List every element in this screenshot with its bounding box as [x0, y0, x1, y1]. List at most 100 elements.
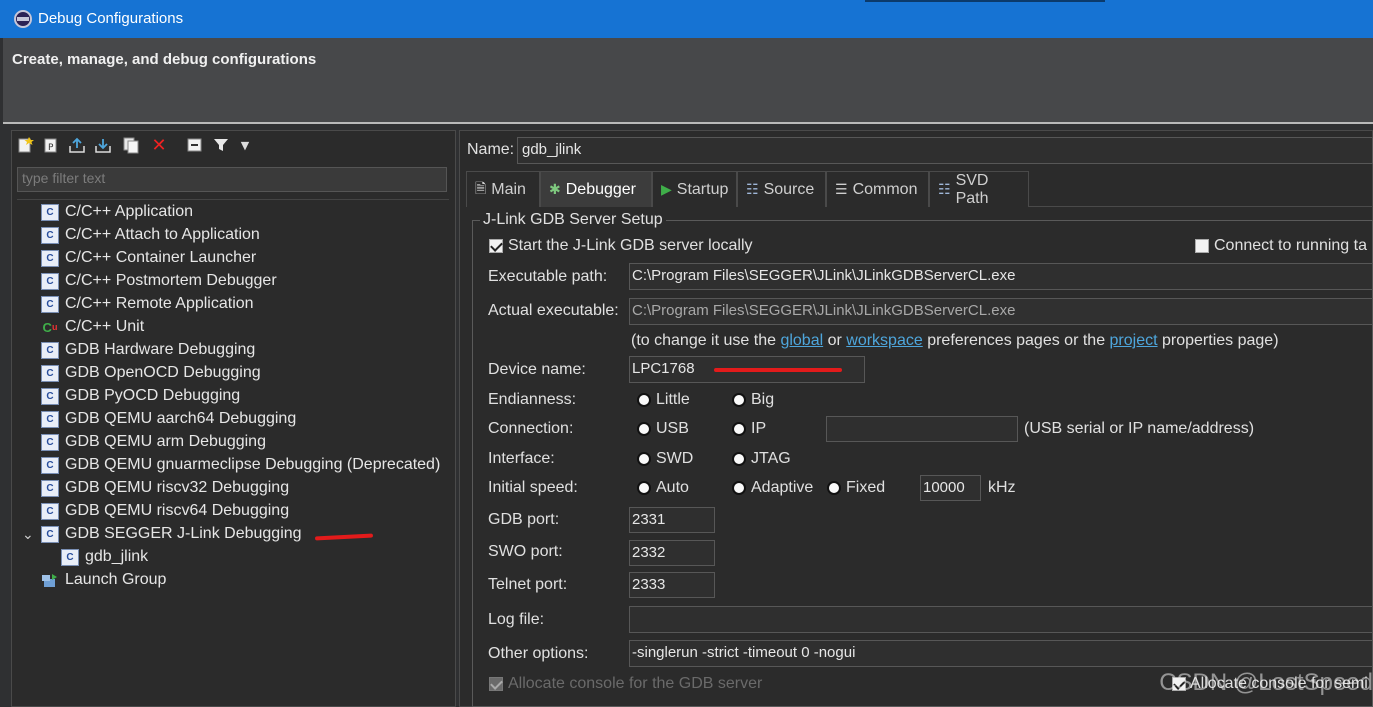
speed-value-input[interactable]: 10000 — [920, 475, 981, 501]
connect-running-checkbox[interactable] — [1195, 239, 1209, 253]
tree-item[interactable]: C C/C++ Remote Application — [41, 293, 254, 315]
filter-icon[interactable] — [210, 134, 232, 156]
endian-little-radio[interactable] — [637, 393, 651, 407]
global-link[interactable]: global — [780, 332, 823, 349]
tree-item[interactable]: C GDB QEMU arm Debugging — [41, 431, 266, 453]
tree-child-item[interactable]: Cgdb_jlink — [61, 546, 148, 568]
expand-chevron-down-icon[interactable]: ⌄ — [22, 526, 34, 543]
c-config-icon: C — [41, 249, 59, 267]
tree-item[interactable]: Launch Group — [41, 569, 166, 591]
tree-item[interactable]: C C/C++ Container Launcher — [41, 247, 256, 269]
source-tab-icon: ☷ — [746, 181, 759, 197]
connection-label: Connection: — [488, 420, 574, 437]
interface-swd-radio[interactable] — [637, 452, 651, 466]
connection-usb-radio[interactable] — [637, 422, 651, 436]
tree-item-label: Launch Group — [65, 571, 167, 588]
c-config-icon: C — [41, 433, 59, 451]
speed-adaptive-radio[interactable] — [732, 481, 746, 495]
collapse-all-icon[interactable] — [184, 134, 206, 156]
tree-item-label: C/C++ Unit — [65, 318, 145, 335]
tree-item[interactable]: C GDB QEMU aarch64 Debugging — [41, 408, 296, 430]
start-locally-checkbox[interactable] — [489, 239, 503, 253]
speed-auto-label: Auto — [656, 479, 689, 496]
c-config-icon: C — [41, 364, 59, 382]
hint-middle: preferences pages or the — [922, 332, 1110, 349]
c-config-icon: C — [41, 479, 59, 497]
tab-common[interactable]: ☰ Common — [826, 171, 929, 207]
c-config-icon: C — [41, 525, 59, 543]
debugger-tab-icon: ✱ — [549, 181, 561, 197]
header-banner: Create, manage, and debug configurations — [3, 38, 1373, 122]
new-config-icon[interactable] — [14, 134, 36, 156]
duplicate-icon[interactable] — [120, 134, 142, 156]
tree-item[interactable]: C GDB QEMU riscv64 Debugging — [41, 500, 289, 522]
tree-item[interactable]: C GDB OpenOCD Debugging — [41, 362, 261, 384]
filter-menu-chevron-down-icon[interactable]: ▼ — [234, 134, 256, 156]
tree-item[interactable]: Cu C/C++ Unit — [41, 316, 145, 338]
gdb-port-label: GDB port: — [488, 511, 560, 528]
tab-label: Main — [491, 180, 526, 198]
hint-suffix: properties page) — [1157, 332, 1279, 349]
tree-item[interactable]: C C/C++ Application — [41, 201, 193, 223]
c-config-icon: C — [41, 387, 59, 405]
tab-source[interactable]: ☷ Source — [737, 171, 826, 207]
watermark: CSDN @LostSpeed — [1159, 669, 1373, 696]
tree-item[interactable]: C GDB Hardware Debugging — [41, 339, 255, 361]
tree-item-label: GDB QEMU arm Debugging — [65, 433, 266, 450]
tree-item-label: C/C++ Postmortem Debugger — [65, 272, 277, 289]
tree-item-label: GDB PyOCD Debugging — [65, 387, 241, 404]
c-config-icon: C — [41, 203, 59, 221]
group-title: J-Link GDB Server Setup — [480, 211, 666, 229]
new-prototype-icon[interactable]: P — [40, 134, 62, 156]
config-name-input[interactable]: gdb_jlink — [517, 137, 1373, 164]
svd-tab-icon: ☷ — [938, 181, 951, 197]
endian-big-label: Big — [751, 391, 775, 408]
telnet-port-input[interactable]: 2333 — [629, 572, 715, 598]
tree-item-label: GDB SEGGER J-Link Debugging — [65, 525, 302, 542]
tab-label: Debugger — [565, 180, 637, 198]
endian-big-radio[interactable] — [732, 393, 746, 407]
speed-fixed-radio[interactable] — [827, 481, 841, 495]
gdb-port-input[interactable]: 2331 — [629, 507, 715, 533]
tree-item[interactable]: C GDB PyOCD Debugging — [41, 385, 240, 407]
other-options-label: Other options: — [488, 645, 589, 662]
filter-input[interactable]: type filter text — [17, 167, 447, 192]
exec-path-input[interactable]: C:\Program Files\SEGGER\JLink\JLinkGDBSe… — [629, 263, 1373, 290]
tab-main[interactable]: 🗎 Main — [466, 171, 540, 207]
tab-label: Source — [763, 180, 815, 198]
tab-debugger[interactable]: ✱ Debugger — [540, 171, 652, 207]
tree-item[interactable]: C GDB QEMU gnuarmeclipse Debugging (Depre… — [41, 454, 440, 476]
tree-item[interactable]: C C/C++ Attach to Application — [41, 224, 260, 246]
hint-or: or — [823, 332, 847, 349]
tree-item[interactable]: ⌄ C GDB SEGGER J-Link Debugging — [22, 523, 302, 545]
interface-jtag-radio[interactable] — [732, 452, 746, 466]
device-name-label: Device name: — [488, 361, 586, 378]
tree-item-label: C/C++ Remote Application — [65, 295, 254, 312]
tree-item-label: GDB OpenOCD Debugging — [65, 364, 261, 381]
config-tabs: 🗎 Main ✱ Debugger ▶ Startup ☷ Source ☰ Common ☷ SVD… — [466, 171, 1373, 207]
log-file-input[interactable] — [629, 606, 1373, 633]
preferences-hint: (to change it use the global or workspac… — [631, 332, 1279, 350]
c-config-icon: C — [41, 456, 59, 474]
speed-auto-radio[interactable] — [637, 481, 651, 495]
tab-startup[interactable]: ▶ Startup — [652, 171, 737, 207]
other-options-input[interactable]: -singlerun -strict -timeout 0 -nogui — [629, 640, 1373, 667]
delete-icon[interactable]: ✕ — [148, 134, 170, 156]
tree-item[interactable]: C GDB QEMU riscv32 Debugging — [41, 477, 289, 499]
title-bar: Debug Configurations — [0, 0, 1373, 38]
export-icon[interactable] — [66, 134, 88, 156]
hint-prefix: (to change it use the — [631, 332, 781, 349]
import-icon[interactable] — [92, 134, 114, 156]
tree-item[interactable]: C C/C++ Postmortem Debugger — [41, 270, 277, 292]
project-link[interactable]: project — [1110, 332, 1158, 349]
endianness-label: Endianness: — [488, 391, 577, 408]
workspace-link[interactable]: workspace — [846, 332, 922, 349]
telnet-port-label: Telnet port: — [488, 576, 568, 593]
connection-ip-radio[interactable] — [732, 422, 746, 436]
tree-item-label: GDB QEMU riscv64 Debugging — [65, 502, 290, 519]
c-config-icon: C — [41, 226, 59, 244]
connection-address-input[interactable] — [826, 416, 1018, 442]
tab-svd-path[interactable]: ☷ SVD Path — [929, 171, 1029, 207]
allocate-console-checkbox[interactable] — [489, 677, 503, 691]
swo-port-input[interactable]: 2332 — [629, 540, 715, 566]
